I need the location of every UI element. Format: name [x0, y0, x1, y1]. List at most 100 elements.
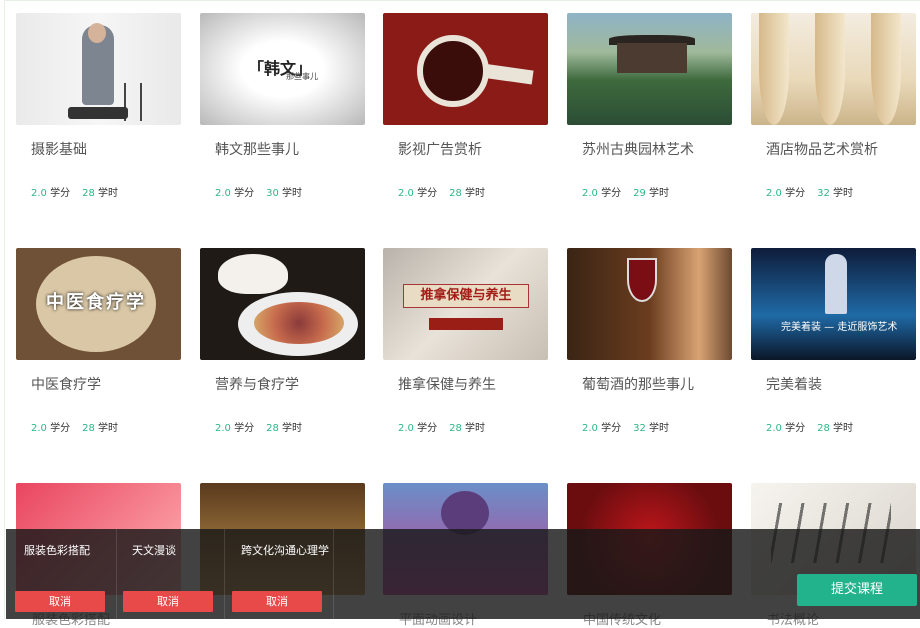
thumbnail-text: 推拿保健与养生: [420, 288, 512, 303]
course-meta: 2.0 学分 32 学时: [766, 184, 853, 199]
credits-value: 2.0: [766, 423, 782, 434]
course-meta: 2.0 学分 29 学时: [582, 184, 669, 199]
hours-value: 28: [449, 188, 462, 199]
pavilion-graphic: [617, 43, 687, 73]
hours-unit: 学时: [833, 423, 854, 434]
course-card[interactable]: 营养与食疗学 2.0 学分 28 学时: [200, 248, 365, 434]
wine-glass-graphic: [627, 258, 657, 302]
credits-unit: 学分: [234, 423, 255, 434]
submit-courses-button[interactable]: 提交课程: [797, 574, 917, 606]
course-thumbnail[interactable]: [751, 13, 916, 125]
course-thumbnail[interactable]: 「韩文」 那些事儿: [200, 13, 365, 125]
course-meta: 2.0 学分 30 学时: [215, 184, 302, 199]
course-title[interactable]: 摄影基础: [31, 139, 87, 159]
arch-graphic: [815, 13, 845, 125]
credits-value: 2.0: [215, 423, 231, 434]
course-meta: 2.0 学分 28 学时: [398, 419, 485, 434]
hours-value: 28: [817, 423, 830, 434]
person-head-graphic: [88, 23, 106, 43]
course-meta: 2.0 学分 28 学时: [398, 184, 485, 199]
hours-value: 28: [82, 188, 95, 199]
course-title[interactable]: 推拿保健与养生: [398, 374, 496, 394]
selected-course-name: 服装色彩搭配: [24, 544, 90, 557]
hours-unit: 学时: [465, 188, 486, 199]
course-thumbnail[interactable]: [567, 13, 732, 125]
course-card[interactable]: 摄影基础 2.0 学分 28 学时: [16, 13, 181, 199]
course-thumbnail[interactable]: [16, 13, 181, 125]
thumbnail-text: 中医食疗学: [46, 292, 146, 313]
course-meta: 2.0 学分 32 学时: [582, 419, 669, 434]
hours-value: 28: [449, 423, 462, 434]
credits-value: 2.0: [398, 188, 414, 199]
cameras-graphic: [68, 107, 128, 119]
cancel-button[interactable]: 取消: [123, 591, 213, 612]
course-card[interactable]: 中医食疗学 中医食疗学 2.0 学分 28 学时: [16, 248, 181, 434]
credits-unit: 学分: [601, 188, 622, 199]
credits-unit: 学分: [50, 423, 71, 434]
credits-unit: 学分: [785, 423, 806, 434]
course-meta: 2.0 学分 28 学时: [215, 419, 302, 434]
hours-unit: 学时: [282, 423, 303, 434]
hours-unit: 学时: [833, 188, 854, 199]
soup-bowl-graphic: [218, 254, 288, 294]
credits-value: 2.0: [31, 423, 47, 434]
hours-value: 29: [633, 188, 646, 199]
course-card[interactable]: 「韩文」 那些事儿 韩文那些事儿 2.0 学分 30 学时: [200, 13, 365, 199]
course-card[interactable]: 影视广告赏析 2.0 学分 28 学时: [383, 13, 548, 199]
course-thumbnail[interactable]: 中医食疗学: [16, 248, 181, 360]
hours-value: 32: [817, 188, 830, 199]
thumbnail-banner: 推拿保健与养生: [403, 284, 529, 308]
course-title[interactable]: 影视广告赏析: [398, 139, 482, 159]
credits-value: 2.0: [215, 188, 231, 199]
course-title[interactable]: 葡萄酒的那些事儿: [582, 374, 694, 394]
hours-unit: 学时: [98, 423, 119, 434]
course-thumbnail[interactable]: 完美着装 — 走近服饰艺术: [751, 248, 916, 360]
course-thumbnail[interactable]: [383, 13, 548, 125]
selected-course-slot: 服装色彩搭配 取消: [6, 529, 117, 619]
selected-course-slot: 天文漫谈 取消: [114, 529, 225, 619]
credits-unit: 学分: [417, 423, 438, 434]
course-title[interactable]: 韩文那些事儿: [215, 139, 299, 159]
course-title[interactable]: 中医食疗学: [31, 374, 101, 394]
model-graphic: [825, 254, 847, 314]
course-title[interactable]: 完美着装: [766, 374, 822, 394]
course-card[interactable]: 葡萄酒的那些事儿 2.0 学分 32 学时: [567, 248, 732, 434]
credits-value: 2.0: [398, 423, 414, 434]
thumbnail-tag: [429, 318, 503, 330]
credits-unit: 学分: [50, 188, 71, 199]
thumbnail-subtext: 那些事儿: [286, 72, 318, 81]
thumbnail-text: 完美着装 — 走近服饰艺术: [781, 322, 898, 333]
course-card[interactable]: 推拿保健与养生 推拿保健与养生 2.0 学分 28 学时: [383, 248, 548, 434]
course-meta: 2.0 学分 28 学时: [31, 419, 118, 434]
hours-unit: 学时: [465, 423, 486, 434]
course-card[interactable]: 完美着装 — 走近服饰艺术 完美着装 2.0 学分 28 学时: [751, 248, 916, 434]
film-reel-graphic: [417, 35, 489, 107]
arch-graphic: [871, 13, 901, 125]
credits-unit: 学分: [417, 188, 438, 199]
credits-value: 2.0: [766, 188, 782, 199]
credits-value: 2.0: [31, 188, 47, 199]
credits-value: 2.0: [582, 188, 598, 199]
hours-value: 28: [266, 423, 279, 434]
selected-course-slot: 跨文化沟通心理学 取消: [223, 529, 334, 619]
course-meta: 2.0 学分 28 学时: [766, 419, 853, 434]
course-card[interactable]: 酒店物品艺术赏析 2.0 学分 32 学时: [751, 13, 916, 199]
selected-course-name: 跨文化沟通心理学: [241, 544, 329, 557]
hours-unit: 学时: [649, 423, 670, 434]
course-thumbnail[interactable]: 推拿保健与养生: [383, 248, 548, 360]
course-title[interactable]: 营养与食疗学: [215, 374, 299, 394]
hours-value: 32: [633, 423, 646, 434]
hours-unit: 学时: [649, 188, 670, 199]
course-card[interactable]: 苏州古典园林艺术 2.0 学分 29 学时: [567, 13, 732, 199]
cancel-button[interactable]: 取消: [232, 591, 322, 612]
course-meta: 2.0 学分 28 学时: [31, 184, 118, 199]
course-title[interactable]: 酒店物品艺术赏析: [766, 139, 878, 159]
hours-unit: 学时: [98, 188, 119, 199]
cancel-button[interactable]: 取消: [15, 591, 105, 612]
course-thumbnail[interactable]: [567, 248, 732, 360]
selected-course-name: 天文漫谈: [132, 544, 176, 557]
selected-courses-tray: 服装色彩搭配 取消 天文漫谈 取消 跨文化沟通心理学 取消: [6, 529, 920, 619]
course-thumbnail[interactable]: [200, 248, 365, 360]
course-title[interactable]: 苏州古典园林艺术: [582, 139, 694, 159]
credits-unit: 学分: [601, 423, 622, 434]
